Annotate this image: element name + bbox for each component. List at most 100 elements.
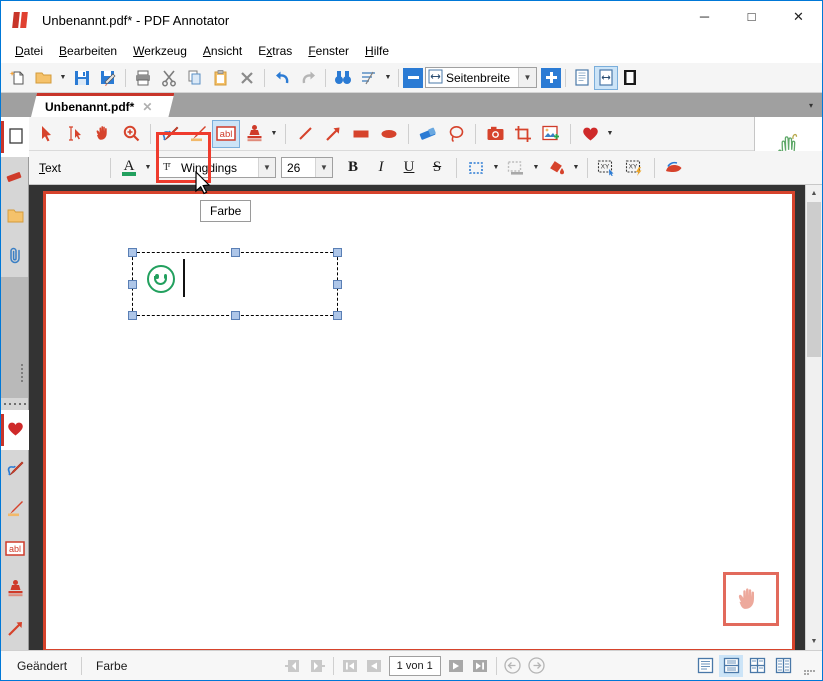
previous-view-button[interactable] xyxy=(282,655,304,676)
tool-text-select[interactable] xyxy=(61,120,89,148)
xy-lightning-button[interactable]: XY xyxy=(621,154,649,182)
sort-filter-dropdown[interactable]: ▼ xyxy=(382,74,394,81)
minimize-button[interactable]: ─ xyxy=(681,1,728,32)
resize-handle-top-left[interactable] xyxy=(128,248,137,257)
xy-replace-button[interactable]: XY xyxy=(593,154,621,182)
delete-button[interactable] xyxy=(234,65,260,91)
scrollbar-track[interactable] xyxy=(806,202,822,633)
scroll-down-button[interactable]: ▼ xyxy=(806,633,822,650)
zoom-dropdown-arrow[interactable]: ▼ xyxy=(518,68,536,87)
tool-line[interactable] xyxy=(291,120,319,148)
view-full-page-button[interactable] xyxy=(618,66,642,90)
font-color-button[interactable]: A xyxy=(116,154,142,182)
chevron-down-icon[interactable]: ▾ xyxy=(800,101,822,110)
new-document-button[interactable] xyxy=(5,65,31,91)
zoom-level-combobox[interactable]: Seitenbreite ▼ xyxy=(425,67,537,88)
sidebar-item-bookmarks[interactable] xyxy=(1,157,29,197)
bold-button[interactable]: B xyxy=(341,156,365,180)
save-button[interactable] xyxy=(69,65,95,91)
resize-handle-top-right[interactable] xyxy=(333,248,342,257)
view-mode-single[interactable] xyxy=(693,655,717,677)
tool-arrow[interactable] xyxy=(319,120,347,148)
menu-fenster[interactable]: Fenster xyxy=(300,41,357,61)
menu-hilfe[interactable]: Hilfe xyxy=(357,41,397,61)
vertical-scrollbar[interactable]: ▲ ▼ xyxy=(805,185,822,650)
hand-cursor-annotation[interactable] xyxy=(723,572,779,626)
tool-stamp-dropdown[interactable]: ▼ xyxy=(268,130,280,137)
sidebar-favorite-highlighter[interactable] xyxy=(1,490,29,530)
sidebar-favorite-arrow[interactable] xyxy=(1,610,29,650)
zoom-in-button[interactable] xyxy=(541,67,561,88)
maximize-button[interactable]: □ xyxy=(728,1,775,32)
view-mode-grid[interactable] xyxy=(771,655,795,677)
sidebar-favorite-stamp[interactable] xyxy=(1,570,29,610)
next-page-button[interactable] xyxy=(445,655,467,676)
sidebar-favorite-blue-pen[interactable] xyxy=(1,450,29,490)
resize-handle-bottom-center[interactable] xyxy=(231,311,240,320)
print-button[interactable] xyxy=(130,65,156,91)
document-canvas[interactable] xyxy=(29,185,805,650)
sidebar-item-attachments[interactable] xyxy=(1,237,29,277)
view-mode-continuous[interactable] xyxy=(719,654,743,677)
previous-page-button[interactable] xyxy=(363,655,385,676)
view-mode-facing[interactable] xyxy=(745,655,769,677)
tool-select-arrow[interactable] xyxy=(33,120,61,148)
tool-stamp[interactable] xyxy=(240,120,268,148)
first-page-button[interactable] xyxy=(339,655,361,676)
shadow-style-dropdown[interactable]: ▼ xyxy=(530,164,542,171)
border-style-button[interactable] xyxy=(462,154,490,182)
scroll-up-button[interactable]: ▲ xyxy=(806,185,822,202)
document-tab-unbenannt[interactable]: Unbenannt.pdf* ✕ xyxy=(31,93,174,117)
resize-handle-bottom-left[interactable] xyxy=(128,311,137,320)
menu-bearbeiten[interactable]: Bearbeiten xyxy=(51,41,125,61)
sort-filter-button[interactable] xyxy=(356,65,382,91)
border-style-dropdown[interactable]: ▼ xyxy=(490,164,502,171)
paste-button[interactable] xyxy=(208,65,234,91)
tool-highlighter[interactable] xyxy=(184,120,212,148)
sidebar-favorite-textbox[interactable]: abl xyxy=(1,530,29,570)
view-single-page-button[interactable] xyxy=(570,66,594,90)
pdf-page[interactable] xyxy=(43,191,795,650)
open-dropdown-button[interactable]: ▼ xyxy=(57,74,69,81)
tool-zoom[interactable] xyxy=(117,120,145,148)
resize-handle-middle-left[interactable] xyxy=(128,280,137,289)
menu-extras[interactable]: Extras xyxy=(250,41,300,61)
font-family-dropdown-arrow[interactable]: ▼ xyxy=(258,158,275,177)
close-icon[interactable]: ✕ xyxy=(142,100,152,114)
sidebar-favorite-heart[interactable] xyxy=(1,410,29,450)
font-size-dropdown-arrow[interactable]: ▼ xyxy=(315,158,332,177)
shadow-style-button[interactable] xyxy=(502,154,530,182)
resize-handle-bottom-right[interactable] xyxy=(333,311,342,320)
tool-eraser[interactable] xyxy=(414,120,442,148)
next-view-button[interactable] xyxy=(306,655,328,676)
strikethrough-button[interactable]: S xyxy=(425,156,449,180)
tool-favorites-heart[interactable] xyxy=(576,120,604,148)
menu-datei[interactable]: Datei xyxy=(7,41,51,61)
fill-color-button[interactable] xyxy=(542,154,570,182)
open-document-button[interactable] xyxy=(31,65,57,91)
font-color-dropdown[interactable]: ▼ xyxy=(142,164,154,171)
last-page-button[interactable] xyxy=(469,655,491,676)
tool-ellipse[interactable] xyxy=(375,120,403,148)
tool-pen-blue[interactable] xyxy=(156,120,184,148)
undo-button[interactable] xyxy=(269,65,295,91)
tool-rectangle[interactable] xyxy=(347,120,375,148)
font-size-combobox[interactable]: 26 ▼ xyxy=(281,157,333,178)
scrollbar-thumb[interactable] xyxy=(807,202,821,357)
fill-color-dropdown[interactable]: ▼ xyxy=(570,164,582,171)
navigate-forward-button[interactable] xyxy=(526,655,548,676)
page-number-field[interactable]: 1 von 1 xyxy=(388,655,441,676)
italic-button[interactable]: I xyxy=(369,156,393,180)
resize-handle-middle-right[interactable] xyxy=(333,280,342,289)
tool-favorites-dropdown[interactable]: ▼ xyxy=(604,130,616,137)
redo-button[interactable] xyxy=(295,65,321,91)
save-as-button[interactable] xyxy=(95,65,121,91)
tool-crop[interactable] xyxy=(509,120,537,148)
tool-textbox[interactable]: abl xyxy=(212,119,240,148)
sidebar-item-folder[interactable] xyxy=(1,197,29,237)
underline-button[interactable]: U xyxy=(397,156,421,180)
copy-button[interactable] xyxy=(182,65,208,91)
tool-hand-pan[interactable] xyxy=(89,120,117,148)
close-button[interactable]: ✕ xyxy=(775,1,822,32)
selected-text-annotation[interactable] xyxy=(128,248,342,320)
